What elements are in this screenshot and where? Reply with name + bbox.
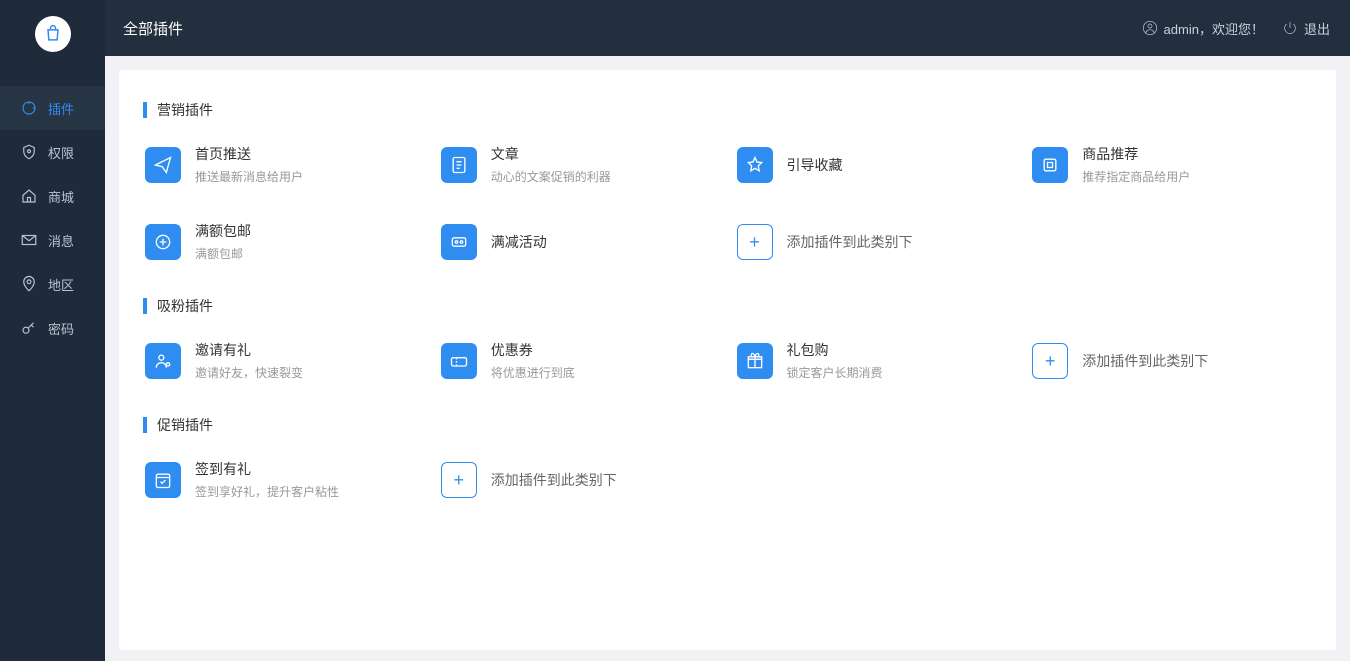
plugin-name: 邀请有礼: [195, 340, 303, 360]
logo[interactable]: [0, 0, 105, 68]
sidebar: 插件权限商城消息地区密码: [0, 0, 105, 661]
discount-icon: [441, 224, 477, 260]
plugin-desc: 签到享好礼，提升客户粘性: [195, 483, 339, 500]
section-header: 促销插件: [139, 415, 1316, 435]
plugin-name: 满额包邮: [195, 221, 251, 241]
plus-icon: +: [737, 224, 773, 260]
plus-icon: +: [1032, 343, 1068, 379]
section-title: 营销插件: [157, 100, 213, 120]
doc-icon: [441, 147, 477, 183]
plugin-name: 商品推荐: [1082, 144, 1190, 164]
section-header: 吸粉插件: [139, 296, 1316, 316]
section-bar: [143, 102, 147, 118]
gift-icon: [737, 343, 773, 379]
send-icon: [145, 147, 181, 183]
ship-icon: [145, 224, 181, 260]
section-title: 吸粉插件: [157, 296, 213, 316]
plugins-card: 营销插件首页推送推送最新消息给用户文章动心的文案促销的利器引导收藏商品推荐推荐指…: [119, 70, 1336, 650]
plugin-item[interactable]: 满额包邮满额包邮: [145, 221, 429, 262]
sidebar-item-0[interactable]: 插件: [0, 86, 105, 130]
plugin-name: 首页推送: [195, 144, 303, 164]
plus-icon: +: [441, 462, 477, 498]
logout-button[interactable]: 退出: [1282, 19, 1330, 38]
section-0: 营销插件首页推送推送最新消息给用户文章动心的文案促销的利器引导收藏商品推荐推荐指…: [139, 100, 1316, 262]
sidebar-item-1[interactable]: 权限: [0, 130, 105, 174]
section-title: 促销插件: [157, 415, 213, 435]
plugin-item[interactable]: 优惠券将优惠进行到底: [441, 340, 725, 381]
mail-icon: [20, 231, 38, 249]
plugin-name: 文章: [491, 144, 611, 164]
topbar: 全部插件 admin，欢迎您！ 退出: [105, 0, 1350, 56]
add-plugin-button[interactable]: + 添加插件到此类别下: [1032, 340, 1316, 381]
section-bar: [143, 417, 147, 433]
plugin-item[interactable]: 首页推送推送最新消息给用户: [145, 144, 429, 185]
pin-icon: [20, 275, 38, 293]
plugin-name: 添加插件到此类别下: [491, 470, 617, 490]
plugin-item[interactable]: 文章动心的文案促销的利器: [441, 144, 725, 185]
plugin-item[interactable]: 礼包购锁定客户长期消费: [737, 340, 1021, 381]
page-title: 全部插件: [123, 18, 183, 39]
plugin-item[interactable]: 签到有礼签到享好礼，提升客户粘性: [145, 459, 429, 500]
section-2: 促销插件签到有礼签到享好礼，提升客户粘性 + 添加插件到此类别下: [139, 415, 1316, 500]
plugin-desc: 动心的文案促销的利器: [491, 168, 611, 185]
user-label: admin，欢迎您！: [1164, 19, 1264, 38]
user-menu[interactable]: admin，欢迎您！: [1142, 19, 1264, 38]
plugin-desc: 邀请好友，快速裂变: [195, 364, 303, 381]
coupon-icon: [441, 343, 477, 379]
shield-icon: [20, 143, 38, 161]
plugin-item[interactable]: 商品推荐推荐指定商品给用户: [1032, 144, 1316, 185]
plugin-item[interactable]: 满减活动: [441, 221, 725, 262]
sidebar-item-5[interactable]: 密码: [0, 306, 105, 350]
plugin-desc: 锁定客户长期消费: [787, 364, 883, 381]
section-1: 吸粉插件邀请有礼邀请好友，快速裂变优惠券将优惠进行到底礼包购锁定客户长期消费+添…: [139, 296, 1316, 381]
plugin-name: 优惠券: [491, 340, 575, 360]
checkin-icon: [145, 462, 181, 498]
add-plugin-button[interactable]: + 添加插件到此类别下: [441, 459, 725, 500]
section-header: 营销插件: [139, 100, 1316, 120]
sidebar-item-3[interactable]: 消息: [0, 218, 105, 262]
user-icon: [1142, 20, 1158, 36]
plugin-name: 满减活动: [491, 232, 547, 252]
power-icon: [1282, 20, 1298, 36]
plugin-item[interactable]: 邀请有礼邀请好友，快速裂变: [145, 340, 429, 381]
sidebar-item-4[interactable]: 地区: [0, 262, 105, 306]
refresh-icon: [20, 99, 38, 117]
plugin-grid: 签到有礼签到享好礼，提升客户粘性 + 添加插件到此类别下: [139, 459, 1316, 500]
plugin-desc: 推荐指定商品给用户: [1082, 168, 1190, 185]
plugin-grid: 首页推送推送最新消息给用户文章动心的文案促销的利器引导收藏商品推荐推荐指定商品给…: [139, 144, 1316, 262]
add-plugin-button[interactable]: + 添加插件到此类别下: [737, 221, 1021, 262]
plugin-desc: 将优惠进行到底: [491, 364, 575, 381]
plugin-desc: 满额包邮: [195, 245, 251, 262]
plugin-name: 签到有礼: [195, 459, 339, 479]
plugin-grid: 邀请有礼邀请好友，快速裂变优惠券将优惠进行到底礼包购锁定客户长期消费+添加插件到…: [139, 340, 1316, 381]
logo-icon: [43, 24, 63, 44]
content: 营销插件首页推送推送最新消息给用户文章动心的文案促销的利器引导收藏商品推荐推荐指…: [105, 56, 1350, 661]
plugin-desc: 推送最新消息给用户: [195, 168, 303, 185]
plugin-name: 引导收藏: [787, 155, 843, 175]
star-icon: [737, 147, 773, 183]
invite-icon: [145, 343, 181, 379]
key-icon: [20, 319, 38, 337]
plugin-name: 礼包购: [787, 340, 883, 360]
sidebar-item-2[interactable]: 商城: [0, 174, 105, 218]
plugin-name: 添加插件到此类别下: [1082, 351, 1208, 371]
nav: 插件权限商城消息地区密码: [0, 68, 105, 350]
plugin-item[interactable]: 引导收藏: [737, 144, 1021, 185]
section-bar: [143, 298, 147, 314]
home-icon: [20, 187, 38, 205]
plugin-name: 添加插件到此类别下: [787, 232, 913, 252]
reco-icon: [1032, 147, 1068, 183]
